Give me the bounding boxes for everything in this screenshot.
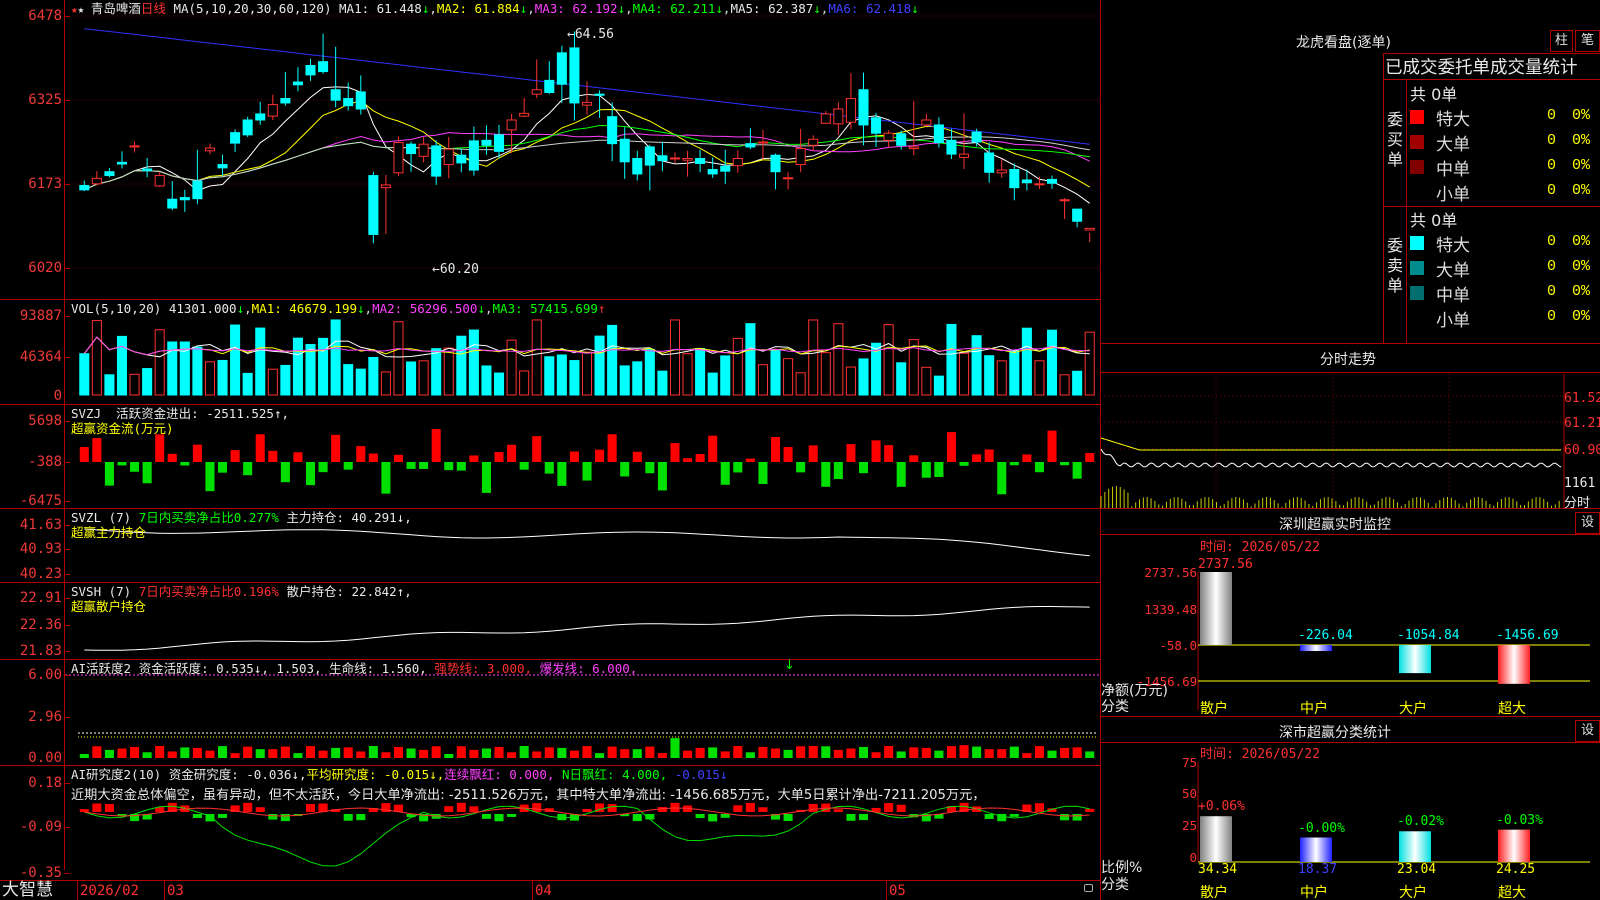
ratio-value: 24.25 — [1496, 862, 1536, 877]
category-label: 大户 — [1399, 885, 1427, 900]
ratio-change: -0.03% — [1496, 812, 1543, 828]
intraday-avg-line — [1100, 437, 1562, 451]
intraday-chart — [1100, 374, 1590, 863]
ratio-change: +0.06% — [1198, 799, 1245, 815]
category-label: 超大 — [1498, 885, 1526, 900]
ratio-value: 23.04 — [1397, 862, 1437, 877]
ratio-bar — [1498, 829, 1530, 862]
net-amount-value: 2737.56 — [1198, 557, 1253, 572]
ratio-bar — [1300, 837, 1332, 862]
net-amount-bar — [1399, 645, 1431, 674]
category-label: 大户 — [1399, 701, 1427, 717]
category-label: 散户 — [1200, 885, 1228, 900]
net-amount-value: -226.04 — [1298, 628, 1353, 643]
ratio-value: 18.37 — [1298, 862, 1338, 877]
category-label: 超大 — [1498, 701, 1526, 717]
net-amount-bar — [1498, 645, 1530, 684]
category-label: 中户 — [1300, 701, 1328, 717]
ratio-bar — [1200, 816, 1232, 862]
category-label: 散户 — [1200, 701, 1228, 717]
ratio-value: 34.34 — [1198, 862, 1238, 877]
ratio-bar — [1399, 831, 1431, 862]
net-amount-bar — [1300, 645, 1332, 652]
net-amount-value: -1456.69 — [1496, 628, 1559, 643]
category-label: 中户 — [1300, 885, 1328, 900]
intraday-price-line — [1100, 448, 1562, 468]
net-amount-bar — [1200, 572, 1232, 645]
ratio-change: -0.00% — [1298, 820, 1345, 836]
ratio-change: -0.02% — [1397, 814, 1444, 830]
net-amount-value: -1054.84 — [1397, 628, 1460, 643]
